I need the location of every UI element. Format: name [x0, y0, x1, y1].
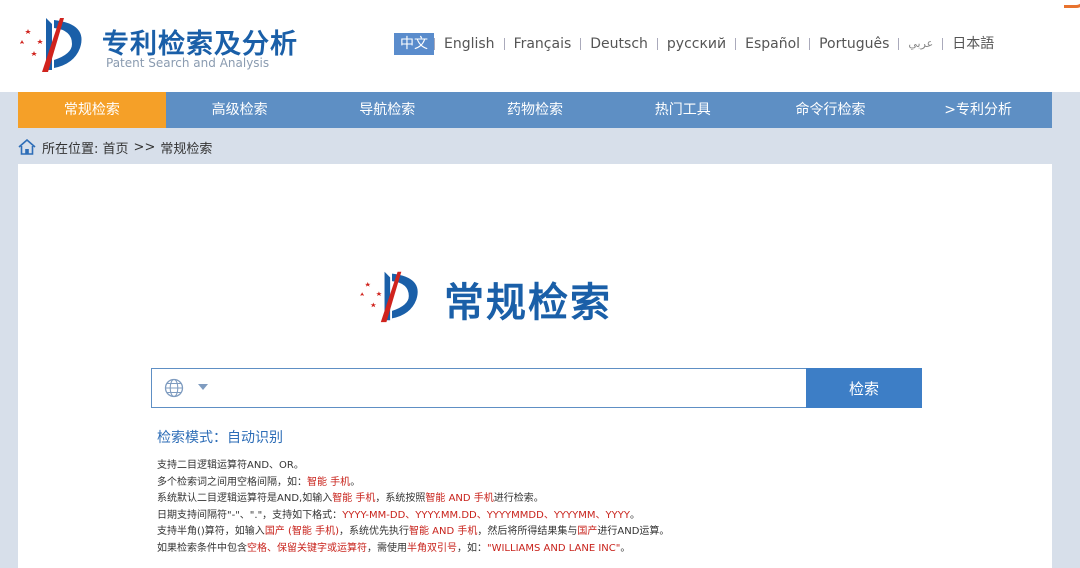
tip-line: 支持二目逻辑运算符AND、OR。 — [157, 458, 669, 475]
breadcrumb-label: 所在位置: — [42, 141, 99, 157]
tip-example: 国产 — [577, 526, 598, 537]
tip-example: 国产 (智能 手机) — [264, 526, 339, 537]
page-title: 常规检索 — [444, 280, 612, 326]
tip-line: 系统默认二目逻辑运算符是AND,如输入智能 手机，系统按照智能 AND 手机进行… — [157, 491, 669, 508]
tip-example: 智能 手机 — [332, 493, 376, 504]
search-box — [151, 368, 807, 408]
tip-example: 智能 AND 手机 — [425, 493, 494, 504]
nav-patent-analysis[interactable]: >专利分析 — [904, 92, 1052, 128]
tip-example: "WILLIAMS AND LANE INC" — [487, 542, 621, 554]
breadcrumb: 所在位置: 首页 >> 常规检索 — [18, 136, 212, 158]
nav-general-search[interactable]: 常规检索 — [18, 92, 166, 128]
tip-line: 多个检索词之间用空格间隔，如：智能 手机。 — [157, 475, 669, 492]
tip-text: 支持半角()算符，如输入 — [157, 526, 265, 537]
search-button[interactable]: 检索 — [806, 368, 922, 408]
site-header: 专利检索及分析 Patent Search and Analysis 中文 En… — [0, 0, 1080, 92]
nav-navigation-search[interactable]: 导航检索 — [313, 92, 461, 128]
breadcrumb-current: 常规检索 — [160, 141, 213, 157]
tip-example: 空格、保留关键字或运算符 — [247, 542, 367, 554]
tip-line: 如果检索条件中包含空格、保留关键字或运算符，需使用半角双引号，如："WILLIA… — [157, 541, 669, 558]
lang-russian[interactable]: русский — [658, 33, 735, 55]
search-input[interactable] — [218, 375, 798, 401]
tip-text: 支持二目逻辑运算符AND、OR。 — [157, 460, 304, 471]
tip-example: 智能 AND 手机 — [408, 526, 478, 537]
nav-command-search[interactable]: 命令行检索 — [757, 92, 905, 128]
tip-example: 半角双引号 — [407, 542, 457, 554]
lang-english[interactable]: English — [435, 33, 504, 55]
globe-icon[interactable] — [164, 378, 184, 398]
tip-text: 多个检索词之间用空格间隔，如： — [157, 476, 307, 488]
tip-line: 日期支持间隔符"-"、"."，支持如下格式：YYYY-MM-DD、YYYY.MM… — [157, 508, 669, 525]
tip-text: 系统默认二目逻辑运算符是AND,如输入 — [157, 493, 333, 504]
lang-chinese[interactable]: 中文 — [394, 33, 434, 55]
tip-line: 支持半角()算符，如输入国产 (智能 手机)，系统优先执行智能 AND 手机，然… — [157, 524, 669, 541]
search-mode-label: 检索模式：自动识别 — [157, 430, 283, 446]
cnipa-logo-icon[interactable] — [16, 14, 92, 74]
tip-text: 。 — [350, 476, 361, 488]
nav-advanced-search[interactable]: 高级检索 — [166, 92, 314, 128]
tip-text: 如果检索条件中包含 — [157, 542, 247, 554]
tip-text: 。 — [629, 509, 640, 521]
tip-example: YYYY-MM-DD、YYYY.MM.DD、YYYYMMDD、YYYYMM、YY… — [342, 509, 630, 521]
breadcrumb-home-link[interactable]: 首页 — [103, 138, 129, 157]
tip-example: 智能 手机 — [307, 476, 351, 488]
nav-drug-search[interactable]: 药物检索 — [461, 92, 609, 128]
corner-decoration-icon — [1064, 0, 1080, 8]
breadcrumb-separator: >> — [133, 139, 156, 155]
lang-japanese[interactable]: 日本語 — [943, 33, 1003, 55]
tip-text: 进行AND运算。 — [597, 526, 670, 537]
home-icon — [18, 139, 36, 155]
lang-arabic[interactable]: عربي — [899, 33, 942, 55]
main-nav: 常规检索 高级检索 导航检索 药物检索 热门工具 命令行检索 >专利分析 — [18, 92, 1052, 128]
language-switcher: 中文 English Français Deutsch русский Espa… — [394, 32, 1003, 56]
lang-german[interactable]: Deutsch — [581, 33, 657, 55]
site-subtitle: Patent Search and Analysis — [106, 56, 270, 70]
cnipa-logo-large-icon — [360, 271, 418, 323]
tip-text: ，系统优先执行 — [338, 526, 409, 537]
tip-text: 日期支持间隔符"-"、"."，支持如下格式： — [157, 509, 343, 521]
tip-text: 进行检索。 — [493, 493, 544, 504]
tip-text: ，系统按照 — [375, 493, 426, 504]
lang-french[interactable]: Français — [505, 33, 581, 55]
tip-text: ，如： — [457, 542, 487, 554]
nav-hot-tools[interactable]: 热门工具 — [609, 92, 757, 128]
tip-text: ，需使用 — [367, 542, 407, 554]
chevron-down-icon[interactable] — [198, 384, 208, 390]
tip-text: ，然后将所得结果集与 — [477, 526, 578, 537]
lang-portuguese[interactable]: Português — [810, 33, 898, 55]
search-tips: 支持二目逻辑运算符AND、OR。 多个检索词之间用空格间隔，如：智能 手机。 系… — [157, 458, 669, 557]
tip-text: 。 — [620, 542, 631, 554]
lang-spanish[interactable]: Español — [736, 33, 809, 55]
